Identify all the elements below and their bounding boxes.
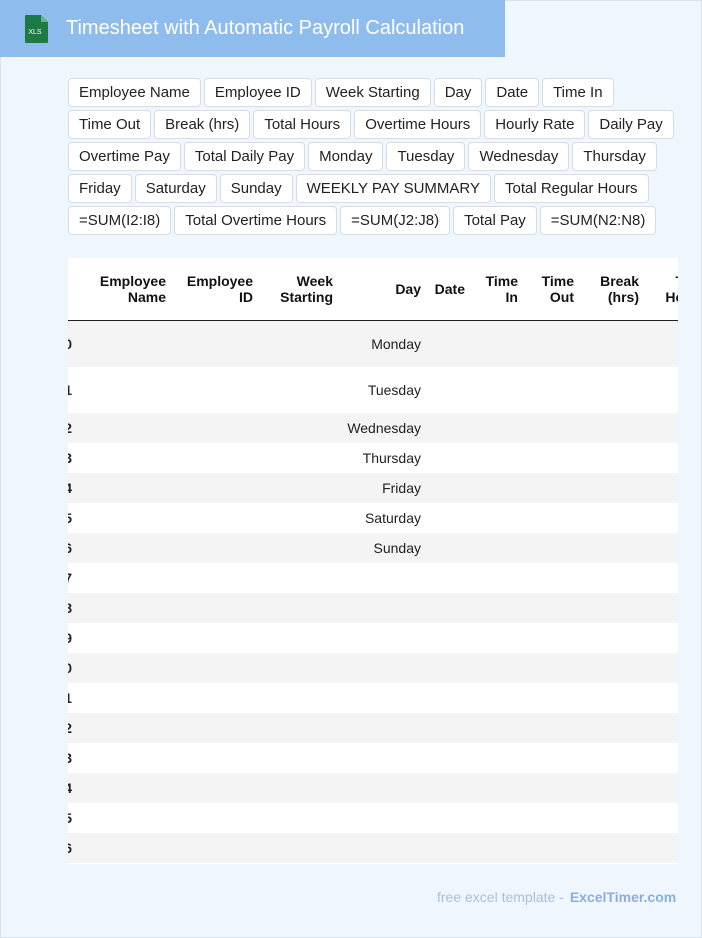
field-chip[interactable]: Day [433, 78, 483, 107]
table-row[interactable]: 6 [68, 833, 678, 863]
table-row[interactable]: 7 [68, 563, 678, 593]
title-bar: XLS Timesheet with Automatic Payroll Cal… [0, 0, 505, 57]
page-title: Timesheet with Automatic Payroll Calcula… [66, 17, 465, 39]
day-cell[interactable]: Thursday [308, 443, 421, 473]
row-index-cell: 3 [68, 750, 72, 766]
field-chip[interactable]: Wednesday [468, 142, 570, 171]
column-header-line: Employee [99, 273, 166, 289]
field-chip[interactable]: Daily Pay [588, 110, 674, 139]
day-cell[interactable]: Tuesday [308, 367, 421, 413]
field-chip[interactable]: Overtime Hours [354, 110, 482, 139]
table-row[interactable]: 8 [68, 593, 678, 623]
table-row[interactable]: 6 Sunday [68, 533, 678, 563]
table-row[interactable]: 3 [68, 743, 678, 773]
column-header-line: Starting [280, 289, 333, 305]
column-header-line: Name [127, 289, 166, 305]
field-chip[interactable]: Total Daily Pay [183, 142, 306, 171]
table-row[interactable]: 2 [68, 713, 678, 743]
table-row[interactable]: 4 Friday [68, 473, 678, 503]
footer-brand-link[interactable]: ExcelTimer.com [570, 889, 676, 905]
row-index-cell: 1 [68, 382, 72, 398]
field-chip[interactable]: Monday [308, 142, 384, 171]
field-chip[interactable]: Tuesday [386, 142, 466, 171]
row-index-cell: 0 [68, 336, 72, 352]
field-chip[interactable]: =SUM(N2:N8) [539, 206, 657, 235]
table-header: Employee Name Employee ID Week Starting Day Dat… [68, 258, 678, 321]
row-index-cell: 8 [68, 600, 72, 616]
field-chip-list: Employee Name Employee ID Week Starting Day… [68, 78, 698, 235]
field-chip[interactable]: Saturday [134, 174, 217, 203]
row-index-cell: 2 [68, 420, 72, 436]
footer-credit: free excel template - ExcelTimer.com [437, 889, 676, 905]
table-row[interactable]: 4 [68, 773, 678, 803]
day-cell[interactable]: Friday [308, 473, 421, 503]
timesheet-table: Employee Name Employee ID Week Starting Day Dat… [68, 258, 678, 864]
row-index-cell: 0 [68, 660, 72, 676]
field-chip[interactable]: Total Overtime Hours [174, 206, 338, 235]
column-header[interactable]: Week Starting [233, 273, 333, 305]
field-chip[interactable]: WEEKLY PAY SUMMARY [295, 174, 491, 203]
excel-file-icon: XLS [25, 15, 48, 43]
field-chip[interactable]: Time In [542, 78, 614, 107]
footer-text: free excel template - [437, 889, 564, 905]
table-row[interactable]: 3 Thursday [68, 443, 678, 473]
row-index-cell: 4 [68, 780, 72, 796]
column-header-line: T [584, 273, 678, 289]
field-chip[interactable]: Employee ID [203, 78, 312, 107]
table-row[interactable]: 1 [68, 683, 678, 713]
row-index-cell: 2 [68, 720, 72, 736]
row-index-cell: 4 [68, 480, 72, 496]
table-row[interactable]: 0 Monday [68, 321, 678, 367]
table-row[interactable]: 0 [68, 653, 678, 683]
day-cell[interactable]: Wednesday [308, 413, 421, 443]
column-header-line: Ho [665, 289, 678, 305]
field-chip[interactable]: Thursday [572, 142, 657, 171]
table-row[interactable]: 5 Saturday [68, 503, 678, 533]
row-index-cell: 9 [68, 630, 72, 646]
field-chip[interactable]: Date [485, 78, 540, 107]
row-index-cell: 5 [68, 810, 72, 826]
field-chip[interactable]: Employee Name [68, 78, 201, 107]
field-chip[interactable]: Sunday [219, 174, 293, 203]
field-chip[interactable]: Friday [68, 174, 132, 203]
row-index-cell: 6 [68, 840, 72, 856]
svg-text:XLS: XLS [28, 29, 42, 36]
field-chip[interactable]: Hourly Rate [484, 110, 586, 139]
day-cell[interactable]: Saturday [308, 503, 421, 533]
row-index-cell: 6 [68, 540, 72, 556]
field-chip[interactable]: =SUM(J2:J8) [340, 206, 451, 235]
field-chip[interactable]: Time Out [68, 110, 152, 139]
column-header[interactable]: THo [584, 273, 678, 305]
field-chip[interactable]: Total Hours [253, 110, 352, 139]
table-row[interactable]: 1 Tuesday [68, 367, 678, 413]
field-chip[interactable]: Overtime Pay [68, 142, 181, 171]
row-index-cell: 1 [68, 690, 72, 706]
field-chip[interactable]: Total Regular Hours [494, 174, 649, 203]
day-cell[interactable]: Monday [308, 321, 421, 367]
field-chip[interactable]: Week Starting [314, 78, 431, 107]
column-header-line: Week [296, 273, 333, 289]
field-chip[interactable]: =SUM(I2:I8) [68, 206, 172, 235]
column-header[interactable]: Employee Name [68, 273, 166, 305]
row-index-cell: 7 [68, 570, 72, 586]
table-row[interactable]: 9 [68, 623, 678, 653]
row-index-cell: 5 [68, 510, 72, 526]
table-row[interactable]: 5 [68, 803, 678, 833]
field-chip[interactable]: Break (hrs) [154, 110, 251, 139]
row-index-cell: 3 [68, 450, 72, 466]
day-cell[interactable]: Sunday [308, 533, 421, 563]
field-chip[interactable]: Total Pay [453, 206, 537, 235]
table-row[interactable]: 2 Wednesday [68, 413, 678, 443]
